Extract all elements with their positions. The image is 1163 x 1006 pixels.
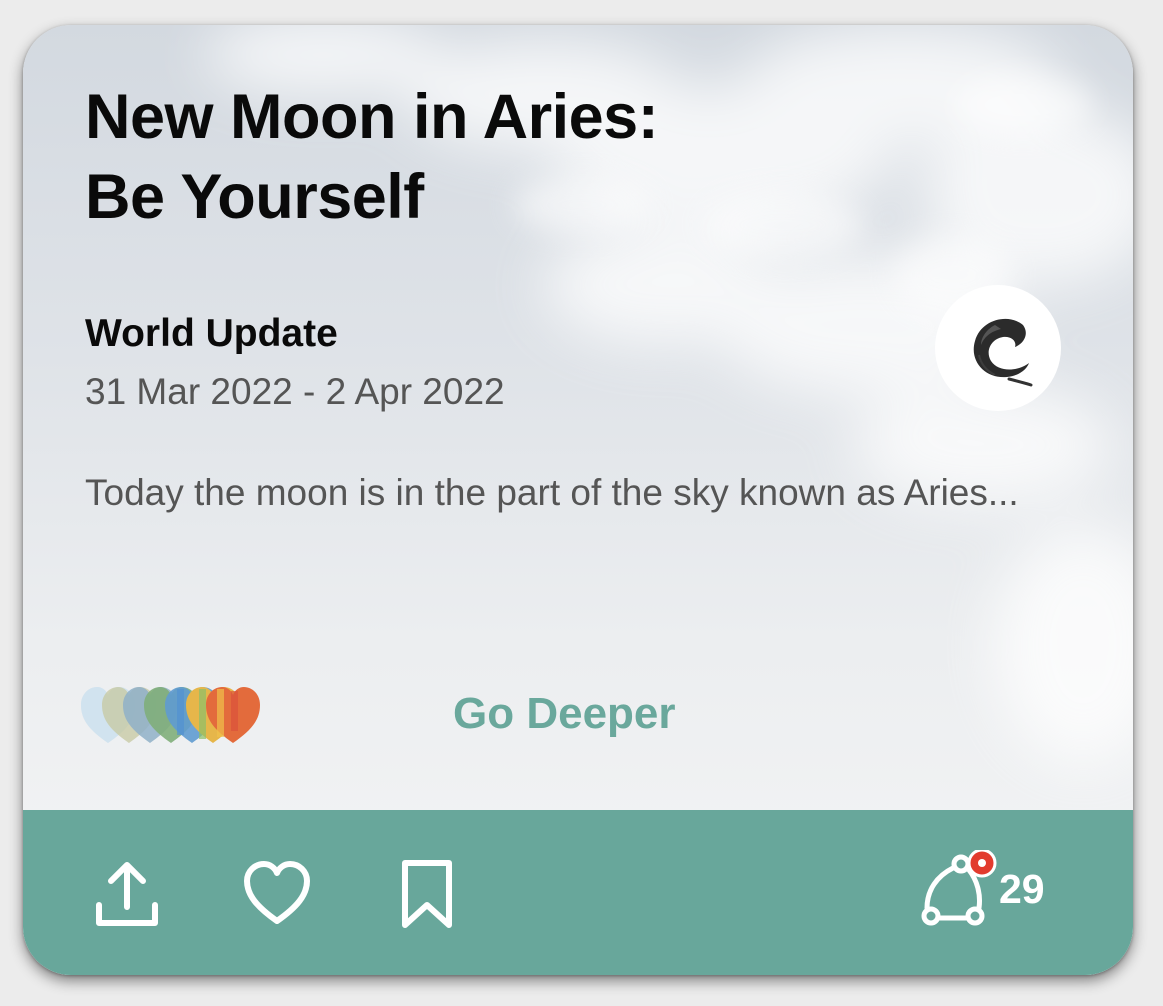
post-title-line-2: Be Yourself xyxy=(85,162,424,232)
share-button[interactable] xyxy=(89,855,165,931)
heart-icon xyxy=(244,861,310,924)
connections-button[interactable]: 29 xyxy=(913,850,1073,930)
action-bar: 29 xyxy=(23,810,1133,975)
connections-count: 29 xyxy=(999,866,1045,912)
connections-icon xyxy=(921,850,997,926)
post-card[interactable]: New Moon in Aries: Be Yourself World Upd… xyxy=(23,25,1133,975)
post-title: New Moon in Aries: Be Yourself xyxy=(85,77,885,237)
share-icon xyxy=(96,862,158,926)
date-range: 31 Mar 2022 - 2 Apr 2022 xyxy=(85,371,505,412)
post-excerpt: Today the moon is in the part of the sky… xyxy=(85,472,1019,513)
like-button[interactable] xyxy=(239,855,315,931)
ink-swirl-logo-icon xyxy=(973,318,1033,387)
reactions-hearts-icon[interactable] xyxy=(81,685,266,745)
author-avatar[interactable] xyxy=(935,285,1061,411)
bookmark-button[interactable] xyxy=(389,855,465,931)
go-deeper-button[interactable]: Go Deeper xyxy=(453,689,676,739)
bookmark-icon xyxy=(402,860,452,928)
section-label: World Update xyxy=(85,312,338,355)
post-title-line-1: New Moon in Aries: xyxy=(85,82,659,152)
